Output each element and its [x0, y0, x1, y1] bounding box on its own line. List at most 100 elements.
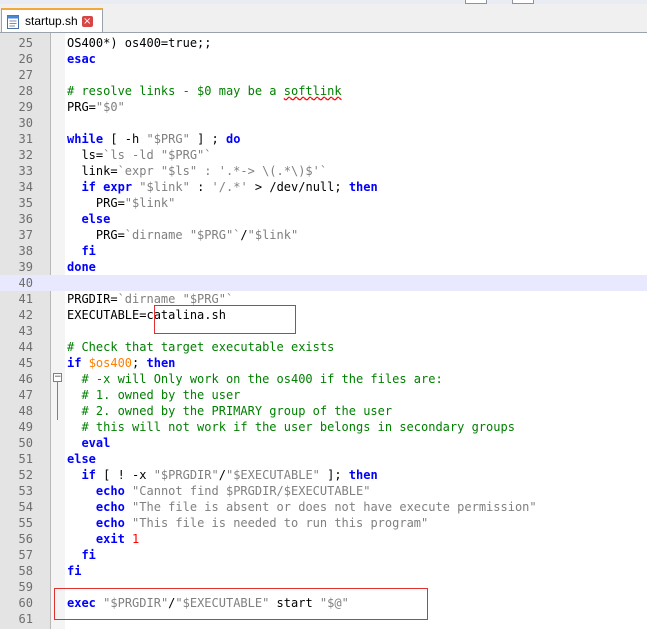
code-text: fi — [67, 547, 96, 563]
code-line[interactable]: 37 PRG=`dirname "$PRG"`/"$link" — [0, 227, 647, 243]
line-number: 59 — [18, 580, 33, 594]
code-line[interactable]: 31 while [ -h "$PRG" ] ; do — [0, 131, 647, 147]
code-line[interactable]: 46 # -x will Only work on the os400 if t… — [0, 371, 647, 387]
line-number: 51 — [18, 452, 33, 466]
code-text: fi — [67, 243, 96, 259]
code-line[interactable]: 43 — [0, 323, 647, 339]
line-number: 57 — [18, 548, 33, 562]
code-line[interactable]: 56 exit 1 — [0, 531, 647, 547]
fold-collapse-icon[interactable]: − — [53, 373, 62, 382]
code-token: "$EXECUTABLE" — [225, 468, 320, 482]
tab-bar: startup.sh × — [0, 4, 647, 33]
line-number: 48 — [18, 404, 33, 418]
code-line[interactable]: 35 PRG="$link" — [0, 195, 647, 211]
code-line[interactable]: 50 eval — [0, 435, 647, 451]
code-token: `ls -ld "$PRG"` — [103, 148, 212, 162]
line-number: 29 — [18, 100, 33, 114]
code-line[interactable]: 36 else — [0, 211, 647, 227]
code-token: PRG= — [67, 196, 125, 210]
code-line[interactable]: 47 # 1. owned by the user — [0, 387, 647, 403]
code-token: PRG= — [67, 228, 125, 242]
code-line[interactable]: 32 ls=`ls -ld "$PRG"` — [0, 147, 647, 163]
code-token: [ ! -x — [95, 468, 154, 482]
line-number: 36 — [18, 212, 33, 226]
code-token: expr — [103, 180, 133, 194]
code-line[interactable]: 34 if expr "$link" : '/.*' > /dev/null; … — [0, 179, 647, 195]
code-token: # 2. owned by the PRIMARY group of the u… — [67, 404, 393, 418]
code-line[interactable]: 49 # this will not work if the user belo… — [0, 419, 647, 435]
code-token: fi — [81, 548, 96, 562]
line-number: 43 — [18, 324, 33, 338]
code-token: ls= — [67, 148, 104, 162]
line-number: 49 — [18, 420, 33, 434]
code-line[interactable]: 25 OS400*) os400=true;; — [0, 35, 647, 51]
file-icon — [7, 14, 19, 29]
code-text: esac — [67, 51, 96, 67]
code-token: do — [225, 132, 241, 146]
code-text: ls=`ls -ld "$PRG"` — [67, 147, 212, 163]
code-line[interactable]: 39 done — [0, 259, 647, 275]
code-line[interactable]: 42 EXECUTABLE=catalina.sh — [0, 307, 647, 323]
code-token: then — [348, 180, 378, 194]
code-line[interactable]: 57 fi — [0, 547, 647, 563]
code-line[interactable]: 45 if $os400; then — [0, 355, 647, 371]
code-token: fi — [67, 564, 82, 578]
code-line[interactable]: 33 link=`expr "$ls" : '.*-> \(.*\)$'` — [0, 163, 647, 179]
line-number: 39 — [18, 260, 33, 274]
code-text: echo "Cannot find $PRGDIR/$EXECUTABLE" — [67, 483, 371, 499]
tab-label: startup.sh — [25, 14, 78, 28]
code-text: echo "This file is needed to run this pr… — [67, 515, 428, 531]
tab-startup-sh[interactable]: startup.sh × — [1, 8, 103, 32]
code-text: echo "The file is absent or does not hav… — [67, 499, 537, 515]
line-number: 45 — [18, 356, 33, 370]
code-line[interactable]: 41 PRGDIR=`dirname "$PRG"` — [0, 291, 647, 307]
code-line[interactable]: 58 fi — [0, 563, 647, 579]
code-text: # Check that target executable exists — [67, 339, 334, 355]
code-token: "$0" — [95, 100, 125, 114]
fold-guide-line — [57, 382, 58, 420]
annotation-box-exec — [54, 588, 428, 620]
code-line[interactable]: 52 if [ ! -x "$PRGDIR"/"$EXECUTABLE" ]; … — [0, 467, 647, 483]
line-number: 53 — [18, 484, 33, 498]
code-line[interactable]: 40 — [0, 275, 647, 291]
line-number: 33 — [18, 164, 33, 178]
close-icon[interactable]: × — [81, 15, 93, 27]
code-text: PRG=`dirname "$PRG"`/"$link" — [67, 227, 298, 243]
code-editor[interactable]: 25 OS400*) os400=true;; 26 esac 27 28 # resolv… — [0, 33, 647, 629]
code-line[interactable]: 44 # Check that target executable exists — [0, 339, 647, 355]
code-text: else — [67, 451, 96, 467]
code-token: / — [218, 468, 226, 482]
code-token: while — [67, 132, 104, 146]
code-line[interactable]: 51 else — [0, 451, 647, 467]
line-number: 61 — [18, 612, 33, 626]
code-text: # this will not work if the user belongs… — [67, 419, 515, 435]
code-line[interactable]: 48 # 2. owned by the PRIMARY group of th… — [0, 403, 647, 419]
code-line[interactable]: 54 echo "The file is absent or does not … — [0, 499, 647, 515]
code-line[interactable]: 55 echo "This file is needed to run this… — [0, 515, 647, 531]
code-text: fi — [67, 563, 81, 579]
code-line[interactable]: 29 PRG="$0" — [0, 99, 647, 115]
line-number: 30 — [18, 116, 33, 130]
code-token: `dirname "$PRG"` — [124, 228, 241, 242]
code-token: fi — [81, 244, 96, 258]
code-text: # resolve links - $0 may be a softlink — [67, 83, 342, 99]
code-line[interactable]: 28 # resolve links - $0 may be a softlink — [0, 83, 647, 99]
code-line[interactable]: 38 fi — [0, 243, 647, 259]
code-line[interactable]: 30 — [0, 115, 647, 131]
code-text: eval — [67, 435, 110, 451]
code-token: echo — [95, 516, 125, 530]
line-number: 37 — [18, 228, 33, 242]
code-line[interactable]: 53 echo "Cannot find $PRGDIR/$EXECUTABLE… — [0, 483, 647, 499]
code-token: / — [240, 228, 248, 242]
code-line[interactable]: 27 — [0, 67, 647, 83]
code-token: ] ; — [189, 132, 226, 146]
line-number: 44 — [18, 340, 33, 354]
line-number: 40 — [18, 276, 33, 290]
code-line[interactable]: 26 esac — [0, 51, 647, 67]
line-number: 47 — [18, 388, 33, 402]
